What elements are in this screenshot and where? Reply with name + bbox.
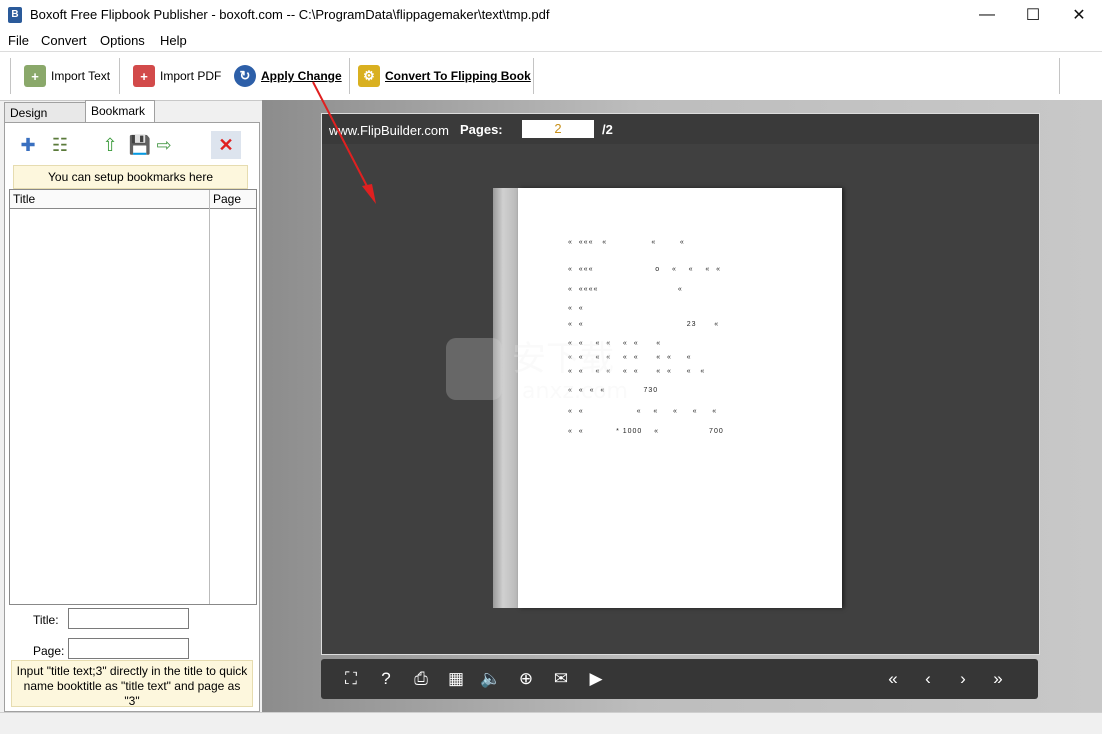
page-text-row: « « « « « « « — [568, 408, 718, 415]
pages-label: Pages: — [460, 122, 503, 137]
watermark-logo: 安下载 anxz.com — [446, 338, 628, 404]
apply-change-button[interactable]: ↻ Apply Change — [234, 62, 342, 90]
page-input[interactable] — [68, 638, 189, 659]
menu-options[interactable]: Options — [100, 33, 145, 48]
import-text-icon: + — [24, 65, 46, 87]
menu-bar: File Convert Options Help — [0, 30, 1102, 51]
title-bar: B Boxoft Free Flipbook Publisher - boxof… — [0, 0, 1102, 30]
toolbar-separator — [349, 58, 350, 94]
fullscreen-icon[interactable]: ⛶ — [336, 659, 366, 699]
toolbar: + Import Text + Import PDF ↻ Apply Chang… — [0, 51, 1102, 101]
import-pdf-icon: + — [133, 65, 155, 87]
site-label[interactable]: www.FlipBuilder.com — [329, 123, 449, 138]
convert-label: Convert To Flipping Book — [385, 69, 531, 83]
tab-bookmark[interactable]: Bookmark — [85, 100, 155, 123]
export-icon[interactable]: ⇨ — [151, 133, 177, 157]
page-text-row: « « — [568, 305, 584, 312]
viewer-controls: ⛶ ? ⎙ ▦ 🔈 ⊕ ✉ ▶ « ‹ › » — [321, 659, 1038, 699]
bookmark-hint: You can setup bookmarks here — [13, 165, 248, 189]
column-title[interactable]: Title — [13, 192, 35, 206]
bookmark-panel: ✚ ☷ ⇧ 💾 ⇨ ✕ You can setup bookmarks here… — [4, 122, 260, 712]
menu-file[interactable]: File — [8, 33, 29, 48]
convert-button[interactable]: ⚙ Convert To Flipping Book — [358, 62, 531, 90]
apply-change-label: Apply Change — [261, 69, 342, 83]
book-icon: B — [8, 7, 22, 23]
autoplay-icon[interactable]: ▶ — [581, 659, 611, 699]
watermark-sub: anxz.com — [522, 379, 628, 404]
column-divider — [209, 190, 210, 604]
viewer-topbar: www.FlipBuilder.com Pages: 2 /2 — [322, 114, 1039, 144]
zoom-in-icon[interactable]: ⊕ — [511, 659, 541, 699]
menu-help[interactable]: Help — [160, 33, 187, 48]
minimize-button[interactable]: — — [964, 0, 1010, 30]
watermark-shield-icon — [446, 338, 502, 400]
maximize-button[interactable]: ☐ — [1010, 0, 1056, 30]
first-page-icon[interactable]: « — [878, 659, 908, 699]
page-number-input[interactable]: 2 — [522, 120, 594, 138]
email-icon[interactable]: ✉ — [546, 659, 576, 699]
previous-page-icon[interactable]: ‹ — [913, 659, 943, 699]
page-text-row: « ««« o « « « « — [568, 266, 721, 273]
thumbnails-icon[interactable]: ▦ — [441, 659, 471, 699]
add-child-bookmark-icon[interactable]: ☷ — [47, 133, 73, 157]
toolbar-separator — [10, 58, 11, 94]
menu-convert[interactable]: Convert — [41, 33, 87, 48]
import-pdf-button[interactable]: + Import PDF — [133, 62, 221, 90]
window-title: Boxoft Free Flipbook Publisher - boxoft.… — [30, 7, 550, 22]
title-label: Title: — [33, 613, 59, 627]
last-page-icon[interactable]: » — [983, 659, 1013, 699]
title-input[interactable] — [68, 608, 189, 629]
sound-icon[interactable]: 🔈 — [476, 659, 506, 699]
add-bookmark-icon[interactable]: ✚ — [15, 133, 41, 157]
toolbar-separator — [119, 58, 120, 94]
import-text-button[interactable]: + Import Text — [24, 62, 110, 90]
flipbook-viewer: www.FlipBuilder.com Pages: 2 /2 « ««« « … — [321, 113, 1040, 655]
toolbar-separator — [1059, 58, 1060, 94]
table-header: Title Page — [10, 190, 256, 209]
import-text-label: Import Text — [51, 69, 111, 83]
delete-icon[interactable]: ✕ — [211, 131, 241, 159]
page-text-row: « « * 1000 « 700 — [568, 428, 724, 435]
page-total: /2 — [602, 122, 613, 137]
toolbar-separator — [533, 58, 534, 94]
gears-icon: ⚙ — [358, 65, 380, 87]
status-bar — [0, 712, 1102, 734]
help-icon[interactable]: ? — [371, 659, 401, 699]
print-icon[interactable]: ⎙ — [406, 659, 436, 699]
import-pdf-label: Import PDF — [160, 69, 222, 83]
page-text-row: « «««« « — [568, 286, 683, 293]
column-page[interactable]: Page — [213, 192, 241, 206]
page-text-row: « ««« « « « — [568, 239, 685, 246]
move-up-icon[interactable]: ⇧ — [97, 133, 123, 157]
page-label: Page: — [33, 644, 65, 658]
close-button[interactable]: ✕ — [1056, 0, 1102, 30]
next-page-icon[interactable]: › — [948, 659, 978, 699]
tab-design-setting[interactable]: Design Setting — [4, 102, 87, 140]
watermark-text: 安下载 — [512, 339, 614, 379]
form-hint: Input "title text;3" directly in the tit… — [11, 660, 253, 708]
bookmark-table[interactable]: Title Page — [9, 189, 257, 605]
save-icon[interactable]: 💾 — [127, 133, 153, 157]
refresh-icon: ↻ — [234, 65, 256, 87]
